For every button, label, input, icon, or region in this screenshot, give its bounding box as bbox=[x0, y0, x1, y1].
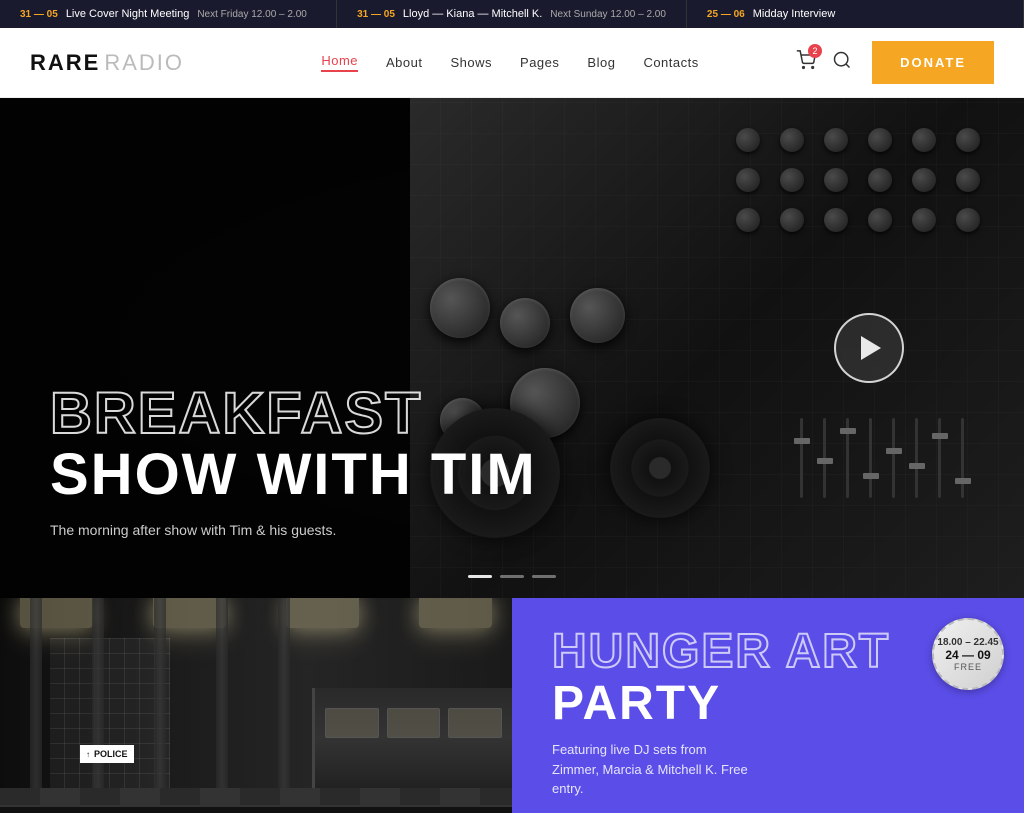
subway-track bbox=[0, 805, 512, 813]
ticker-date-1: 31 — 05 bbox=[20, 9, 58, 20]
nav-item-about[interactable]: About bbox=[386, 55, 422, 70]
subway-panel: ↑ POLICE bbox=[0, 598, 512, 813]
train-window-3 bbox=[448, 708, 502, 738]
hero-subtitle: The morning after show with Tim & his gu… bbox=[50, 522, 537, 538]
bottom-section: ↑ POLICE 18.00 – 22.45 24 — 09 FREE HUNG… bbox=[0, 598, 1024, 813]
header: RARE RADIO Home About Shows Pages Blog C… bbox=[0, 28, 1024, 98]
ticker-date-2: 31 — 05 bbox=[357, 9, 395, 20]
police-sign: ↑ POLICE bbox=[80, 745, 134, 763]
donate-button[interactable]: DONATE bbox=[872, 41, 994, 84]
ticker-time-1: Next Friday 12.00 – 2.00 bbox=[197, 9, 307, 20]
ticker-title-1: Live Cover Night Meeting bbox=[66, 8, 190, 20]
badge-free: FREE bbox=[954, 662, 982, 672]
nav-item-contacts[interactable]: Contacts bbox=[643, 55, 698, 70]
train bbox=[312, 688, 512, 788]
play-triangle-icon bbox=[861, 336, 881, 360]
event-description: Featuring live DJ sets from Zimmer, Marc… bbox=[552, 740, 752, 799]
nav-item-blog[interactable]: Blog bbox=[587, 55, 615, 70]
ticker-title-3: Midday Interview bbox=[753, 8, 836, 20]
train-window-1 bbox=[325, 708, 379, 738]
subway-pillar-1 bbox=[30, 598, 42, 813]
event-title-solid: PARTY bbox=[552, 680, 994, 728]
ticker-item-1: 31 — 05 Live Cover Night Meeting Next Fr… bbox=[0, 0, 337, 28]
hero-title-outline: BREAKFAST bbox=[50, 381, 422, 446]
train-window-2 bbox=[387, 708, 441, 738]
hero-title-solid: SHOW WITH TIM bbox=[50, 442, 537, 507]
slider-dot-1[interactable] bbox=[468, 575, 492, 578]
subway-pillar-2 bbox=[92, 598, 104, 813]
ticker-date-3: 25 — 06 bbox=[707, 9, 745, 20]
ticker-title-2: Lloyd — Kiana — Mitchell K. bbox=[403, 8, 542, 20]
play-button[interactable] bbox=[834, 313, 904, 383]
main-nav: Home About Shows Pages Blog Contacts bbox=[224, 53, 796, 72]
event-title-outline: HUNGER ART bbox=[552, 628, 994, 676]
slider-dot-3[interactable] bbox=[532, 575, 556, 578]
ticker-time-2: Next Sunday 12.00 – 2.00 bbox=[550, 9, 666, 20]
event-panel: 18.00 – 22.45 24 — 09 FREE HUNGER ART PA… bbox=[512, 598, 1024, 813]
badge-time: 18.00 – 22.45 bbox=[937, 637, 998, 648]
ticker-item-3: 25 — 06 Midday Interview bbox=[687, 0, 1024, 28]
search-icon[interactable] bbox=[832, 50, 852, 75]
hero-section: BREAKFAST SHOW WITH TIM The morning afte… bbox=[0, 98, 1024, 598]
nav-item-home[interactable]: Home bbox=[321, 53, 358, 72]
subway-pillar-4 bbox=[216, 598, 228, 813]
train-windows bbox=[325, 708, 502, 738]
hero-title: BREAKFAST SHOW WITH TIM bbox=[50, 384, 537, 506]
subway-pillar-3 bbox=[154, 598, 166, 813]
logo-rare: RARE bbox=[30, 50, 100, 76]
subway-pillar-5 bbox=[278, 598, 290, 813]
cart-badge: 2 bbox=[808, 44, 822, 58]
badge-date: 24 — 09 bbox=[945, 648, 990, 662]
nav-item-pages[interactable]: Pages bbox=[520, 55, 559, 70]
hero-content: BREAKFAST SHOW WITH TIM The morning afte… bbox=[0, 384, 537, 538]
event-badge: 18.00 – 22.45 24 — 09 FREE bbox=[932, 618, 1004, 690]
slider-dot-2[interactable] bbox=[500, 575, 524, 578]
ticker-item-2: 31 — 05 Lloyd — Kiana — Mitchell K. Next… bbox=[337, 0, 687, 28]
cart-icon[interactable]: 2 bbox=[796, 50, 816, 75]
nav-item-shows[interactable]: Shows bbox=[451, 55, 493, 70]
nav-icons: 2 bbox=[796, 50, 852, 75]
ticker-bar: 31 — 05 Live Cover Night Meeting Next Fr… bbox=[0, 0, 1024, 28]
logo-radio: RADIO bbox=[104, 50, 184, 76]
slider-dots bbox=[468, 575, 556, 578]
logo[interactable]: RARE RADIO bbox=[30, 50, 184, 76]
